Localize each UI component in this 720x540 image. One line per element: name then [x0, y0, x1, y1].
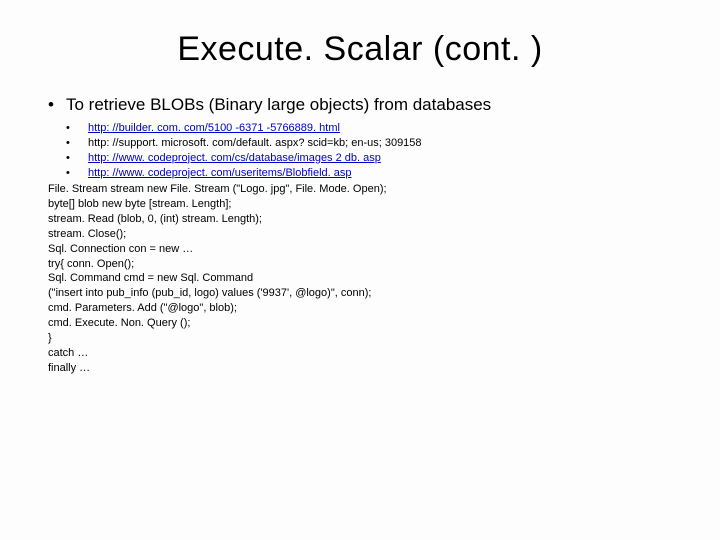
slide-title: Execute. Scalar (cont. )	[48, 30, 672, 69]
code-line: File. Stream stream new File. Stream ("L…	[48, 183, 387, 195]
code-line: stream. Read (blob, 0, (int) stream. Len…	[48, 213, 262, 225]
code-line: Sql. Command cmd = new Sql. Command	[48, 272, 253, 284]
link-2-text: http: //support. microsoft. com/default.…	[88, 137, 422, 149]
link-4[interactable]: http: //www. codeproject. com/useritems/…	[88, 167, 352, 179]
list-item: http: //builder. com. com/5100 -6371 -57…	[66, 121, 672, 136]
slide: Execute. Scalar (cont. ) To retrieve BLO…	[0, 0, 720, 540]
code-line: }	[48, 332, 52, 344]
code-line: cmd. Execute. Non. Query ();	[48, 317, 190, 329]
code-line: catch …	[48, 347, 88, 359]
link-1[interactable]: http: //builder. com. com/5100 -6371 -57…	[88, 122, 340, 134]
link-3[interactable]: http: //www. codeproject. com/cs/databas…	[88, 152, 381, 164]
list-item: http: //support. microsoft. com/default.…	[66, 136, 672, 151]
list-item: http: //www. codeproject. com/useritems/…	[66, 166, 672, 181]
code-line: cmd. Parameters. Add ("@logo", blob);	[48, 302, 237, 314]
code-line: ("insert into pub_info (pub_id, logo) va…	[48, 287, 371, 299]
code-line: byte[] blob new byte [stream. Length];	[48, 198, 231, 210]
code-block: File. Stream stream new File. Stream ("L…	[48, 182, 672, 375]
code-line: Sql. Connection con = new …	[48, 243, 193, 255]
code-line: stream. Close();	[48, 228, 126, 240]
code-line: finally …	[48, 362, 90, 374]
list-item: http: //www. codeproject. com/cs/databas…	[66, 151, 672, 166]
main-bullet: To retrieve BLOBs (Binary large objects)…	[48, 95, 672, 115]
link-list: http: //builder. com. com/5100 -6371 -57…	[48, 121, 672, 180]
code-line: try{ conn. Open();	[48, 258, 134, 270]
